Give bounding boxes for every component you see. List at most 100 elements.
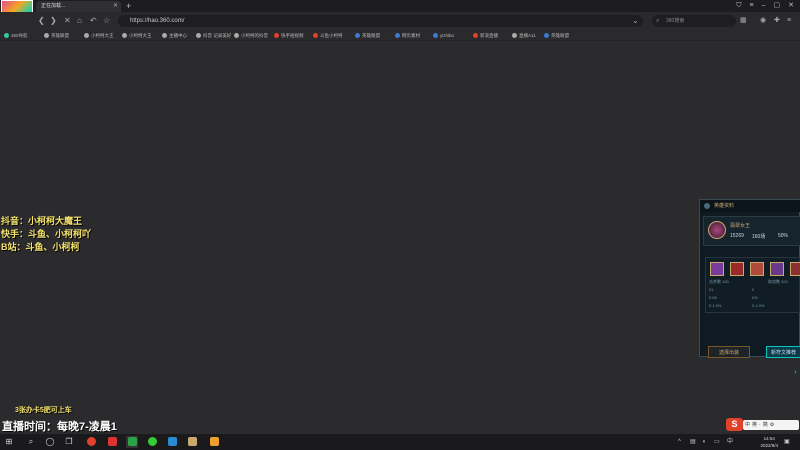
explorer-icon[interactable]: ❐	[63, 436, 75, 448]
sogou-logo[interactable]: S	[726, 418, 743, 431]
taskbar: ⊞ ⌕ ◯ ❐ ^ ▤ ◖ ▭ 中 14:54 2022/9/4 ▣	[0, 434, 800, 450]
bookmark-item[interactable]: 斗鱼小柯柯	[313, 30, 343, 41]
stat-label: 击杀数 100	[709, 279, 729, 284]
close-icon[interactable]: ✕	[113, 1, 118, 12]
home-icon[interactable]: ⌂	[77, 15, 82, 27]
language-icon[interactable]: 中	[727, 437, 733, 447]
bookmark-item[interactable]: 小柯柯的抖音	[234, 30, 268, 41]
minimize-icon[interactable]: –	[762, 0, 766, 12]
bookmark-item[interactable]: 新浪直播	[473, 30, 498, 41]
expand-arrow-icon[interactable]: ›	[794, 367, 797, 376]
champion-strip: 击杀数 100 助攻数 324 51 0 0.63 0% 0.1.0% 0.1.…	[705, 257, 800, 313]
ime-button[interactable]: ·	[759, 421, 761, 429]
bookmark-icon	[544, 33, 549, 39]
tab-title: 正在加载...	[41, 3, 66, 9]
ime-button[interactable]: 英	[752, 421, 757, 429]
notification-icon[interactable]: ▣	[784, 437, 790, 447]
bookmark-icon	[473, 33, 478, 39]
stat-value: 0.1.0%	[752, 303, 765, 308]
champion-icon[interactable]	[730, 262, 744, 276]
media-icon[interactable]	[166, 436, 178, 448]
bookmark-icon	[162, 33, 167, 39]
bookmark-item[interactable]: yizhibo	[433, 30, 454, 41]
league-icon[interactable]	[186, 436, 198, 448]
undo-icon[interactable]: ↶	[90, 15, 97, 27]
bookmark-item[interactable]: 直播A11	[512, 30, 536, 41]
hamburger-icon[interactable]: ≡	[787, 15, 791, 27]
wechat-icon[interactable]	[126, 436, 138, 448]
select-build-button[interactable]: 选择出装	[708, 346, 750, 358]
ime-button[interactable]: 中	[745, 421, 750, 429]
search-icon[interactable]: ⌕	[25, 436, 37, 448]
champion-icon[interactable]	[710, 262, 724, 276]
menu-icon[interactable]: ≡	[750, 0, 754, 12]
bookmark-item[interactable]: 英雄联盟	[44, 30, 69, 41]
star-icon[interactable]: ☆	[103, 15, 110, 27]
forward-icon[interactable]: ❯	[50, 15, 57, 27]
window-controls: ⛉ ≡ – ▢ ✕	[736, 0, 794, 12]
cards-text: 3张办卡5肥可上车	[15, 407, 72, 414]
stat-value: 160场	[752, 234, 766, 240]
stop-icon[interactable]: ✕	[64, 15, 71, 27]
stat-value: 0	[752, 287, 755, 292]
bookmark-item[interactable]: 网页素材	[395, 30, 420, 41]
bookmark-icon	[355, 33, 360, 39]
bookmark-item[interactable]: 快手短视频	[274, 30, 304, 41]
stat-value: 0%	[752, 295, 758, 300]
network-icon[interactable]: ▤	[690, 437, 696, 447]
bookmarks-bar: 360导航 英雄联盟 小柯柯大王 小柯柯大王 主播中心 抖音 记录美好 小柯柯的…	[0, 30, 800, 41]
bookmark-item[interactable]: 英雄联盟	[355, 30, 380, 41]
clock[interactable]: 14:54 2022/9/4	[760, 435, 778, 449]
task-view-icon[interactable]: ◯	[44, 436, 56, 448]
ime-settings-icon[interactable]: ⚙	[770, 421, 774, 429]
browser-tab[interactable]: 正在加载... ✕	[36, 1, 121, 12]
shield-icon[interactable]: ⛉	[736, 0, 741, 12]
panel-header-icon	[704, 203, 710, 209]
chrome-icon[interactable]	[85, 436, 97, 448]
battery-icon[interactable]: ▭	[714, 437, 720, 447]
champion-icon[interactable]	[790, 262, 800, 276]
bookmark-item[interactable]: 小柯柯大王	[122, 30, 152, 41]
avatar[interactable]	[708, 221, 726, 239]
back-icon[interactable]: ❮	[38, 15, 45, 27]
puzzle-icon[interactable]: ✚	[774, 15, 780, 27]
stat-value: 50%	[778, 233, 789, 239]
apps-icon[interactable]: ▦	[740, 15, 747, 27]
live-time-text: 直播时间：每晚7-凌晨1	[2, 421, 117, 433]
chevron-up-icon[interactable]: ^	[678, 437, 681, 447]
ime-button[interactable]: 简	[763, 421, 768, 429]
clock-time: 14:54	[763, 436, 775, 441]
app-icon[interactable]	[208, 436, 220, 448]
rune-recommend-button[interactable]: 新符文推荐	[766, 346, 800, 358]
stat-value: 15269	[730, 233, 744, 239]
player-name: 翡翠女王	[730, 223, 751, 229]
search-input[interactable]: ⌕ 360搜索	[652, 15, 736, 27]
bookmark-icon	[196, 33, 201, 39]
bookmark-item[interactable]: 抖音 记录美好	[196, 30, 231, 41]
bookmark-item[interactable]: 主播中心	[162, 30, 187, 41]
champion-icon[interactable]	[750, 262, 764, 276]
browser-tabbar: 正在加载... ✕ + ⛉ ≡ – ▢ ✕	[0, 0, 800, 12]
search-placeholder: 360搜索	[666, 18, 685, 24]
bookmark-icon	[313, 33, 318, 39]
bookmark-icon	[395, 33, 400, 39]
champion-icon[interactable]	[770, 262, 784, 276]
bookmark-item[interactable]: 360导航	[4, 30, 28, 41]
volume-icon[interactable]: ◖	[702, 437, 706, 447]
bookmark-item[interactable]: 小柯柯大王	[84, 30, 114, 41]
bookmark-item[interactable]: 英雄联盟	[544, 30, 569, 41]
stat-label: 助攻数 324	[768, 279, 788, 284]
player-profile: 翡翠女王 15269 160场 50%	[703, 216, 800, 246]
address-bar[interactable]: https://hao.360.com/	[118, 15, 643, 27]
user-icon[interactable]: ◉	[760, 15, 766, 27]
maximize-icon[interactable]: ▢	[774, 0, 781, 12]
app-icon[interactable]	[106, 436, 118, 448]
360-browser-icon[interactable]	[146, 436, 158, 448]
kuaishou-text: 快手：斗鱼、小柯柯吖	[1, 229, 92, 239]
close-window-icon[interactable]: ✕	[788, 0, 794, 12]
ime-toolbar: 中 英 · 简 ⚙	[743, 420, 799, 430]
chevron-down-icon[interactable]: ⌄	[632, 15, 639, 27]
bookmark-icon	[433, 33, 438, 39]
new-tab-button[interactable]: +	[126, 0, 131, 12]
windows-start-icon[interactable]: ⊞	[3, 436, 15, 448]
